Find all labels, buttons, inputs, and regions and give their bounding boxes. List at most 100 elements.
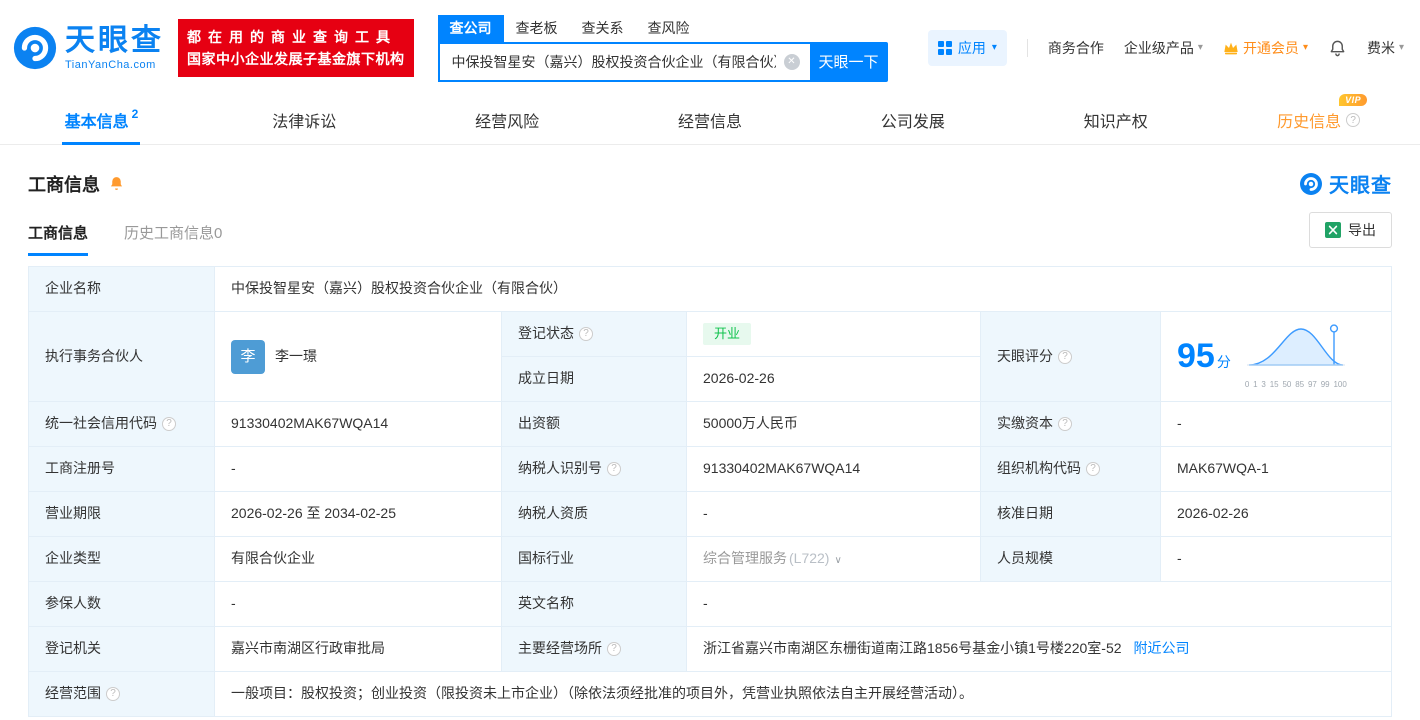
chevron-down-icon: ▾ bbox=[991, 42, 997, 53]
user-menu[interactable]: 费米 ▾ bbox=[1367, 38, 1404, 58]
industry-value: 综合管理服务 (L722) ∨ bbox=[686, 536, 981, 582]
avatar: 李 bbox=[231, 339, 265, 374]
top-menu: 应用 ▾ 商务合作 企业级产品 ▾ 开通会员 ▾ 费米 ▾ bbox=[927, 30, 1404, 66]
tab-operation-info[interactable]: 经营信息 bbox=[609, 96, 812, 144]
field-label: 成立日期 bbox=[501, 356, 687, 402]
company-nav-tabs: 基本信息 2 法律诉讼 经营风险 经营信息 公司发展 知识产权 历史信息 VIP… bbox=[0, 94, 1420, 145]
slogan-banner: 都在用的商业查询工具 国家中小企业发展子基金旗下机构 bbox=[178, 19, 414, 77]
tab-intellectual-property[interactable]: 知识产权 bbox=[1014, 96, 1217, 144]
field-value: - bbox=[1160, 536, 1392, 582]
search-input[interactable] bbox=[437, 41, 810, 82]
table-row: 执行事务合伙人 李 李一璟 登记状态? 开业 天眼评分? 95 分 0 1 3 … bbox=[28, 311, 1392, 402]
tianyancha-watermark: 天眼查 bbox=[1299, 169, 1392, 198]
tab-label: 基本信息 bbox=[64, 114, 129, 131]
slogan-line2: 国家中小企业发展子基金旗下机构 bbox=[187, 51, 405, 67]
tab-label: 历史信息 bbox=[1277, 114, 1342, 131]
table-row: 参保人数 - 英文名称 - bbox=[28, 581, 1392, 627]
search-tab-boss[interactable]: 查老板 bbox=[504, 15, 570, 42]
field-value: 2026-02-26 bbox=[1160, 491, 1392, 537]
help-icon[interactable]: ? bbox=[1346, 113, 1361, 127]
field-value: - bbox=[214, 446, 502, 492]
menu-enterprise-products[interactable]: 企业级产品 ▾ bbox=[1124, 38, 1203, 58]
chevron-down-icon: ▾ bbox=[1302, 42, 1308, 53]
apps-menu[interactable]: 应用 ▾ bbox=[927, 30, 1007, 66]
table-row: 工商注册号 - 纳税人识别号? 91330402MAK67WQA14 组织机构代… bbox=[28, 446, 1392, 492]
partner-link[interactable]: 李 李一璟 bbox=[231, 339, 485, 374]
subtab-business-info[interactable]: 工商信息 bbox=[28, 222, 89, 256]
tianyancha-watermark-icon bbox=[1300, 172, 1322, 195]
help-icon[interactable]: ? bbox=[1086, 462, 1100, 476]
industry-expander[interactable]: 综合管理服务 (L722) ∨ bbox=[703, 550, 842, 566]
field-value: 91330402MAK67WQA14 bbox=[686, 446, 981, 492]
field-value: 50000万人民币 bbox=[686, 401, 981, 447]
tab-label: 法律诉讼 bbox=[272, 114, 337, 131]
status-badge: 开业 bbox=[703, 322, 752, 346]
field-value: MAK67WQA-1 bbox=[1160, 446, 1392, 492]
tab-operation-risk[interactable]: 经营风险 bbox=[406, 96, 609, 144]
field-label: 核准日期 bbox=[980, 491, 1161, 537]
field-value: 2026-02-26 至 2034-02-25 bbox=[214, 491, 502, 537]
field-label: 营业期限 bbox=[28, 491, 215, 537]
search-button[interactable]: 天眼一下 bbox=[809, 41, 888, 82]
field-label: 实缴资本? bbox=[980, 401, 1161, 447]
field-value: - bbox=[214, 581, 502, 627]
nearby-companies-link[interactable]: 附近公司 bbox=[1134, 640, 1190, 656]
field-value: - bbox=[686, 581, 1392, 627]
help-icon[interactable]: ? bbox=[1058, 349, 1072, 364]
help-icon[interactable]: ? bbox=[1058, 417, 1072, 431]
search-tabs: 查公司 查老板 查关系 查风险 bbox=[437, 14, 888, 42]
field-value: - bbox=[686, 491, 981, 537]
field-label: 主要经营场所? bbox=[501, 626, 687, 672]
notification-bell-icon[interactable] bbox=[1328, 39, 1347, 58]
subscribe-bell-icon[interactable] bbox=[108, 175, 125, 192]
help-icon[interactable]: ? bbox=[579, 327, 593, 341]
tab-label: 经营风险 bbox=[475, 114, 540, 131]
tianyancha-logo[interactable]: 天眼查 TianYanCha.com bbox=[12, 25, 164, 71]
tab-label: 公司发展 bbox=[880, 114, 945, 131]
tianyan-score[interactable]: 95 分 0 1 3 15 50 85 97 99 100 bbox=[1177, 321, 1375, 391]
search-tab-company[interactable]: 查公司 bbox=[437, 14, 504, 42]
field-label: 登记机关 bbox=[28, 626, 215, 672]
tab-history-info[interactable]: 历史信息 VIP ? bbox=[1217, 94, 1420, 144]
help-icon[interactable]: ? bbox=[106, 687, 120, 701]
help-icon[interactable]: ? bbox=[607, 642, 621, 656]
field-label: 人员规模 bbox=[980, 536, 1161, 582]
help-icon[interactable]: ? bbox=[162, 417, 176, 431]
chevron-down-icon: ▾ bbox=[1197, 42, 1203, 53]
crown-icon bbox=[1224, 42, 1238, 55]
search-tab-risk[interactable]: 查风险 bbox=[636, 15, 702, 42]
tab-legal-proceedings[interactable]: 法律诉讼 bbox=[203, 96, 406, 144]
clear-icon[interactable]: ✕ bbox=[783, 53, 800, 70]
table-row: 统一社会信用代码? 91330402MAK67WQA14 出资额 50000万人… bbox=[28, 401, 1392, 447]
menu-cooperation[interactable]: 商务合作 bbox=[1048, 38, 1104, 58]
field-label: 经营范围? bbox=[28, 671, 215, 717]
subtab-history-business-info[interactable]: 历史工商信息0 bbox=[124, 222, 222, 256]
help-icon[interactable]: ? bbox=[607, 462, 621, 476]
main-content: 工商信息 天眼查 工商信息 历史工商信息0 导出 企业名称 中保投智星安（嘉兴）… bbox=[0, 145, 1420, 717]
export-button[interactable]: 导出 bbox=[1309, 212, 1392, 248]
field-value: 有限合伙企业 bbox=[214, 536, 502, 582]
topbar: 天眼查 TianYanCha.com 都在用的商业查询工具 国家中小企业发展子基… bbox=[0, 0, 1420, 96]
tianyancha-logo-icon bbox=[13, 26, 57, 70]
enterprise-label: 企业级产品 bbox=[1123, 40, 1194, 56]
divider bbox=[1026, 39, 1028, 57]
field-label: 纳税人识别号? bbox=[501, 446, 687, 492]
field-value: 嘉兴市南湖区行政审批局 bbox=[214, 626, 502, 672]
field-value: 91330402MAK67WQA14 bbox=[214, 401, 502, 447]
vip-badge: VIP bbox=[1339, 94, 1368, 106]
field-value: 2026-02-26 bbox=[686, 356, 981, 402]
menu-open-vip[interactable]: 开通会员 ▾ bbox=[1223, 38, 1308, 58]
tab-basic-info[interactable]: 基本信息 2 bbox=[0, 96, 203, 144]
field-label: 执行事务合伙人 bbox=[28, 311, 215, 402]
table-row: 经营范围? 一般项目：股权投资；创业投资（限投资未上市企业）（除依法须经批准的项… bbox=[28, 671, 1392, 717]
apps-label: 应用 bbox=[957, 40, 986, 56]
partner-cell: 李 李一璟 bbox=[214, 311, 502, 402]
username: 费米 bbox=[1366, 40, 1395, 56]
open-vip-label: 开通会员 bbox=[1242, 40, 1299, 56]
table-row: 登记机关 嘉兴市南湖区行政审批局 主要经营场所? 浙江省嘉兴市南湖区东栅街道南江… bbox=[28, 626, 1392, 672]
field-label: 统一社会信用代码? bbox=[28, 401, 215, 447]
score-axis-ticks: 0 1 3 15 50 85 97 99 100 bbox=[1244, 380, 1347, 390]
search-tab-relation[interactable]: 查关系 bbox=[570, 15, 636, 42]
tab-company-development[interactable]: 公司发展 bbox=[811, 96, 1014, 144]
field-label: 企业类型 bbox=[28, 536, 215, 582]
